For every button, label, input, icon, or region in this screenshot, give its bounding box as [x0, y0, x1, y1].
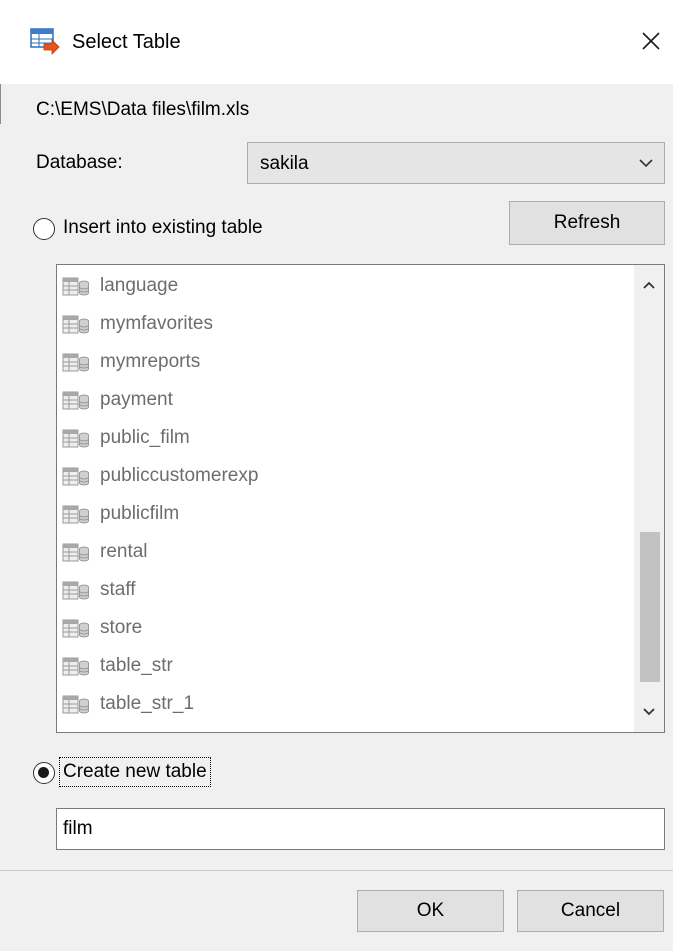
radio-selected-dot: [38, 767, 49, 778]
list-item-label: store: [100, 617, 143, 638]
chevron-down-icon: [639, 159, 653, 168]
table-icon: [62, 505, 89, 524]
select-table-icon: [30, 28, 60, 55]
insert-existing-radio[interactable]: [33, 218, 55, 240]
window-edge: [0, 84, 1, 124]
table-icon: [62, 543, 89, 562]
list-item[interactable]: publiccustomerexp: [57, 461, 635, 491]
list-item[interactable]: payment: [57, 385, 635, 415]
list-item[interactable]: table_str_1: [57, 689, 635, 719]
list-item[interactable]: public_film: [57, 423, 635, 453]
chevron-up-icon: [643, 281, 655, 289]
table-icon: [62, 657, 89, 676]
list-item-label: language: [100, 275, 179, 296]
list-item[interactable]: publicfilm: [57, 499, 635, 529]
list-item[interactable]: staff: [57, 575, 635, 605]
scrollbar-thumb[interactable]: [640, 532, 660, 682]
list-item-label: staff: [100, 579, 136, 600]
close-icon[interactable]: [636, 26, 666, 56]
table-icon: [62, 695, 89, 714]
table-icon: [62, 277, 89, 296]
table-icon: [62, 429, 89, 448]
window-title: Select Table: [72, 31, 181, 53]
cancel-button[interactable]: Cancel: [517, 890, 664, 932]
refresh-button[interactable]: Refresh: [509, 201, 665, 245]
create-new-table-radio[interactable]: [33, 762, 55, 784]
footer-divider: [0, 870, 673, 871]
list-item-label: table_str_1: [100, 693, 195, 714]
table-list[interactable]: language mymfavorites mymreports payment pub…: [56, 264, 665, 733]
list-item-label: table_str: [100, 655, 173, 676]
ok-button[interactable]: OK: [357, 890, 504, 932]
table-icon: [62, 353, 89, 372]
insert-existing-label[interactable]: Insert into existing table: [63, 216, 263, 240]
list-item[interactable]: mymfavorites: [57, 309, 635, 339]
database-select[interactable]: sakila: [247, 142, 665, 184]
list-item[interactable]: mymreports: [57, 347, 635, 377]
database-select-value: sakila: [260, 153, 309, 174]
vertical-scrollbar[interactable]: [634, 265, 664, 732]
title-bar: Select Table: [0, 0, 673, 84]
list-item[interactable]: table_str: [57, 651, 635, 681]
list-item-label: public_film: [100, 427, 190, 448]
table-icon: [62, 619, 89, 638]
table-icon: [62, 391, 89, 410]
list-item[interactable]: rental: [57, 537, 635, 567]
table-icon: [62, 467, 89, 486]
create-new-table-label[interactable]: Create new table: [59, 757, 211, 787]
list-item-label: mymreports: [100, 351, 201, 372]
list-item[interactable]: language: [57, 271, 635, 301]
scroll-up-button[interactable]: [634, 265, 664, 303]
table-icon: [62, 315, 89, 334]
chevron-down-icon: [643, 708, 655, 716]
list-item-label: publicfilm: [100, 503, 180, 524]
table-icon: [62, 581, 89, 600]
list-item-label: payment: [100, 389, 173, 410]
list-item[interactable]: store: [57, 613, 635, 643]
scroll-down-button[interactable]: [634, 694, 664, 732]
database-label: Database:: [36, 152, 123, 173]
list-item-label: publiccustomerexp: [100, 465, 259, 486]
list-item-label: mymfavorites: [100, 313, 213, 334]
new-table-name-input[interactable]: [56, 808, 665, 850]
source-file-path: C:\EMS\Data files\film.xls: [36, 99, 250, 120]
list-item-label: rental: [100, 541, 148, 562]
